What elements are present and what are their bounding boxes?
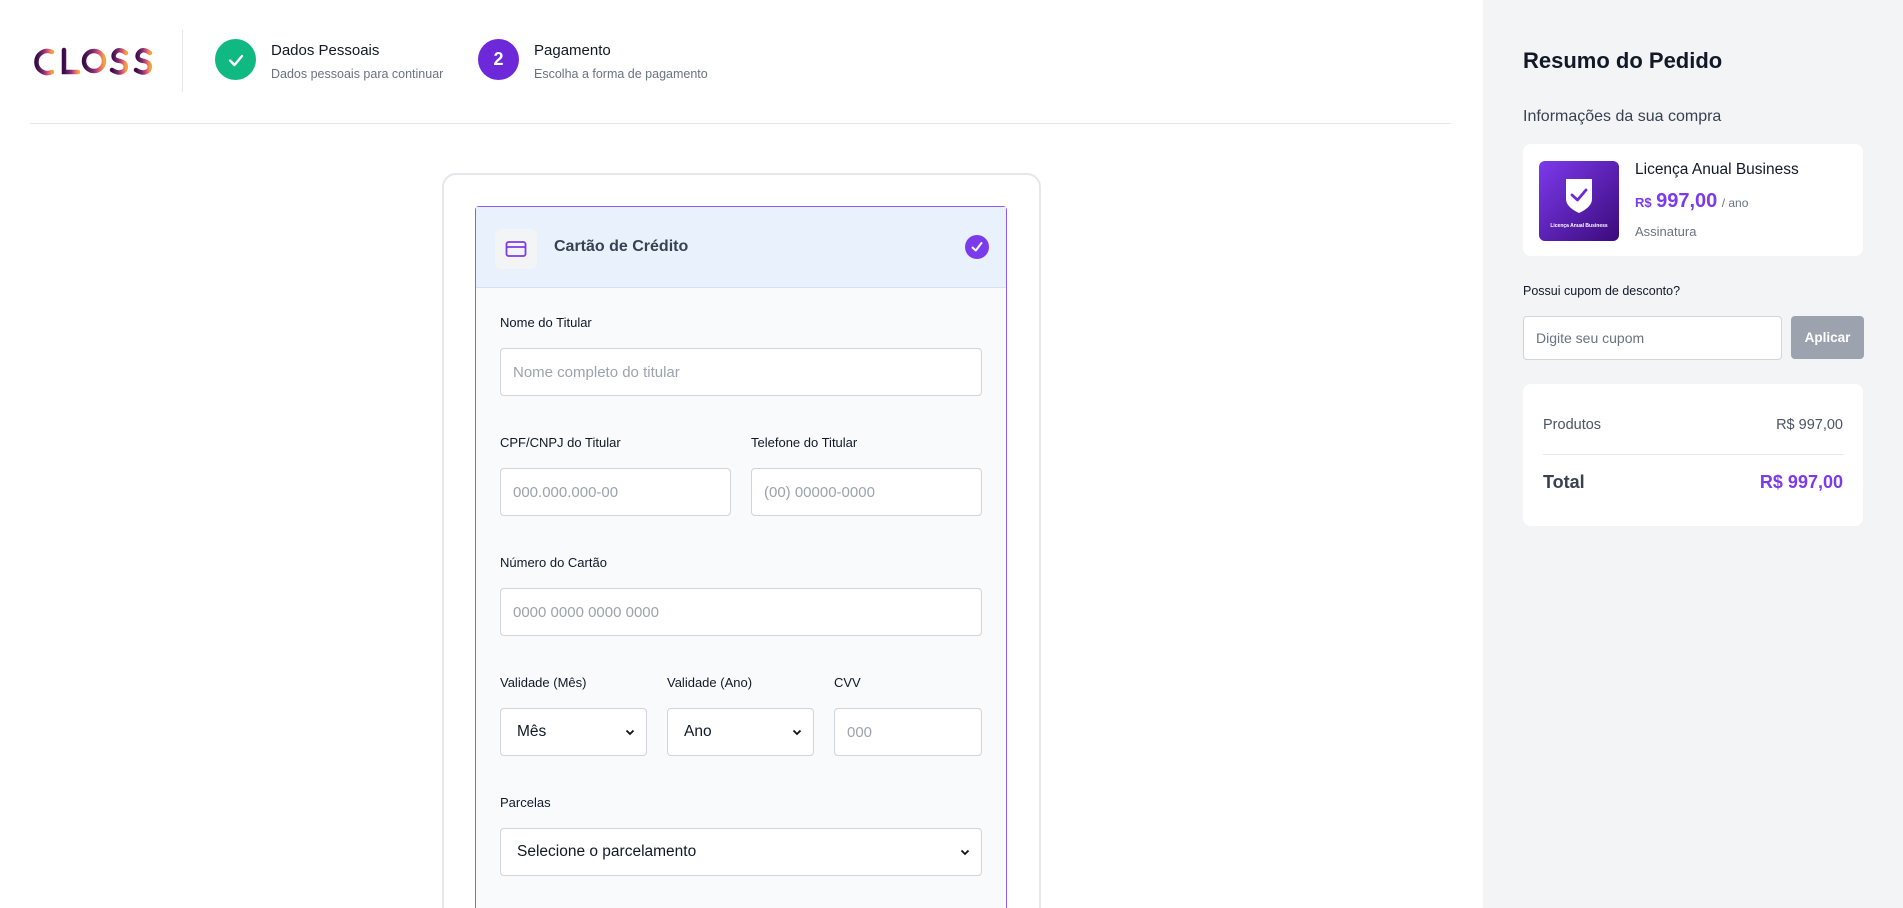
shield-check-icon — [1566, 179, 1592, 213]
logo-graphic — [34, 47, 153, 76]
holder-name-input[interactable] — [500, 348, 982, 396]
credit-card-icon — [495, 229, 537, 269]
price-currency: R$ — [1635, 195, 1652, 210]
chevron-down-icon — [625, 729, 635, 736]
header-divider — [182, 30, 183, 92]
installments-value: Selecione o parcelamento — [517, 843, 697, 860]
cvv-input[interactable] — [834, 708, 982, 756]
total-label: Total — [1543, 472, 1585, 492]
product-price: R$ 997,00 / ano — [1635, 190, 1748, 213]
step-payment: 2 Pagamento Escolha a forma de pagamento — [478, 39, 708, 81]
step-completed-check-icon — [215, 39, 256, 80]
installments-label: Parcelas — [500, 795, 551, 810]
product-name: Licença Anual Business — [1635, 161, 1799, 178]
totals-divider — [1543, 454, 1843, 455]
product-image-caption: Licença Anual Business — [1550, 223, 1608, 229]
card-number-label: Número do Cartão — [500, 555, 607, 570]
card-number-input[interactable] — [500, 588, 982, 636]
header-bottom-divider — [30, 123, 1451, 124]
chevron-down-icon — [960, 849, 970, 856]
step-title: Pagamento — [534, 42, 611, 59]
holder-name-label: Nome do Titular — [500, 315, 592, 330]
exp-year-value: Ano — [684, 723, 712, 740]
exp-month-value: Mês — [517, 723, 547, 740]
products-label: Produtos — [1543, 417, 1602, 433]
selected-check-icon — [965, 235, 989, 259]
product-image: Licença Anual Business — [1539, 161, 1619, 241]
product-card: Licença Anual Business Licença Anual Bus… — [1523, 144, 1863, 256]
holder-phone-label: Telefone do Titular — [751, 435, 858, 450]
checkout-header: Dados Pessoais Dados pessoais para conti… — [0, 0, 1483, 124]
exp-year-select[interactable]: Ano — [667, 708, 814, 756]
price-value: 997,00 — [1656, 190, 1718, 212]
coupon-label: Possui cupom de desconto? — [1523, 284, 1681, 298]
chevron-down-icon — [792, 729, 802, 736]
order-totals: Produtos R$ 997,00 Total R$ 997,00 — [1523, 384, 1863, 526]
step-subtitle: Dados pessoais para continuar — [271, 67, 444, 81]
holder-phone-input[interactable] — [751, 468, 982, 516]
price-period: / ano — [1721, 196, 1749, 210]
total-row: Total R$ 997,00 — [1543, 472, 1843, 493]
product-type: Assinatura — [1635, 224, 1697, 239]
order-summary-title: Resumo do Pedido — [1523, 48, 1723, 73]
payment-method-title: Cartão de Crédito — [554, 238, 689, 255]
step-title: Dados Pessoais — [271, 42, 380, 59]
exp-year-label: Validade (Ano) — [667, 675, 753, 690]
order-summary-sidebar: Resumo do Pedido Informações da sua comp… — [1483, 0, 1903, 908]
step-personal-data: Dados Pessoais Dados pessoais para conti… — [215, 39, 443, 81]
installments-select[interactable]: Selecione o parcelamento — [500, 828, 982, 876]
apply-coupon-button[interactable]: Aplicar — [1791, 316, 1864, 359]
cvv-label: CVV — [834, 675, 861, 690]
exp-month-label: Validade (Mês) — [500, 675, 587, 690]
exp-month-select[interactable]: Mês — [500, 708, 647, 756]
payment-method-option-credit-card[interactable]: Cartão de Crédito — [476, 207, 1006, 288]
total-value: R$ 997,00 — [1759, 472, 1843, 492]
step-subtitle: Escolha a forma de pagamento — [534, 67, 708, 81]
products-row: Produtos R$ 997,00 — [1543, 417, 1843, 433]
closs-logo — [30, 44, 154, 80]
coupon-input[interactable] — [1523, 316, 1782, 360]
order-summary-subtitle: Informações da sua compra — [1523, 108, 1722, 125]
holder-doc-label: CPF/CNPJ do Titular — [500, 435, 621, 450]
products-value: R$ 997,00 — [1776, 417, 1843, 433]
holder-doc-input[interactable] — [500, 468, 731, 516]
step-number: 2 — [478, 39, 519, 80]
